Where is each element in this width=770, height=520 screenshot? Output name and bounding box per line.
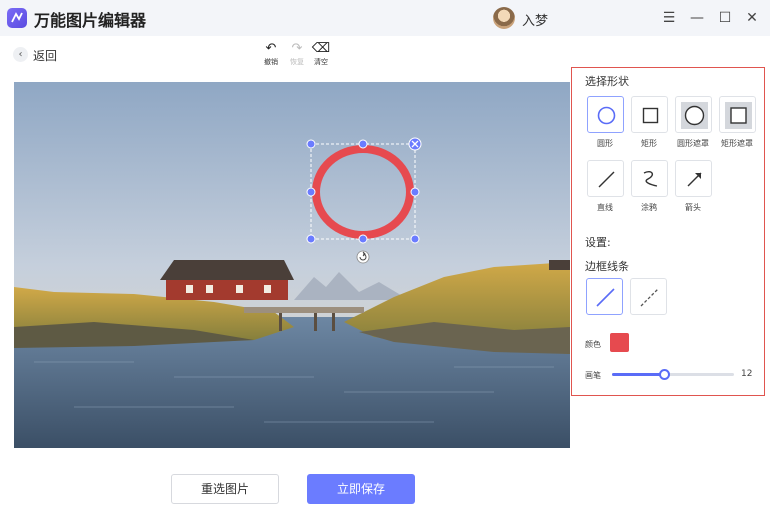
- shape-label: 矩形: [641, 139, 657, 148]
- shape-label: 圆形遮罩: [677, 139, 709, 148]
- resize-handle: [410, 187, 420, 197]
- color-swatch[interactable]: [610, 333, 629, 352]
- undo-icon: ↶: [265, 41, 277, 56]
- shape-option-rectangle[interactable]: 矩形: [629, 96, 669, 149]
- color-label: 颜色: [585, 340, 601, 349]
- slider-fill: [612, 373, 665, 376]
- border-heading: 边框线条: [585, 260, 629, 273]
- redo-button[interactable]: ↷ 恢复: [284, 41, 310, 67]
- shape-label: 涂鸦: [641, 203, 657, 212]
- close-button[interactable]: ✕: [742, 8, 762, 28]
- shape-option-scribble[interactable]: 涂鸦: [629, 160, 669, 213]
- shape-option-rectangle-mask[interactable]: 矩形遮罩: [717, 96, 757, 149]
- solid-line-icon: [596, 288, 615, 307]
- border-dashed-option[interactable]: [630, 278, 667, 315]
- resize-handle: [306, 187, 316, 197]
- shape-label: 圆形: [597, 139, 613, 148]
- username[interactable]: 入梦: [522, 10, 548, 29]
- resize-handle: [306, 234, 316, 244]
- border-solid-option[interactable]: [586, 278, 623, 315]
- reselect-image-button[interactable]: 重选图片: [171, 474, 279, 504]
- shape-option-arrow[interactable]: 箭头: [673, 160, 713, 213]
- maximize-button[interactable]: ☐: [715, 8, 735, 28]
- circle-mask-icon: [674, 96, 712, 133]
- scribble-icon: [630, 160, 668, 197]
- pen-size-value: 12: [741, 369, 753, 379]
- app-logo-icon: [7, 8, 27, 28]
- shape-heading: 选择形状: [585, 75, 629, 88]
- redo-icon: ↷: [291, 41, 303, 56]
- dashed-line-icon: [640, 288, 659, 307]
- resize-handle: [358, 234, 368, 244]
- title-bar: 万能图片编辑器 入梦 ☰ — ☐ ✕: [0, 0, 770, 36]
- menu-icon[interactable]: ☰: [659, 8, 679, 28]
- save-now-button[interactable]: 立即保存: [307, 474, 415, 504]
- app-title: 万能图片编辑器: [34, 11, 147, 30]
- clear-label: 清空: [314, 58, 328, 66]
- avatar[interactable]: [493, 7, 515, 29]
- minimize-button[interactable]: —: [687, 8, 707, 28]
- landscape-photo: [14, 82, 570, 448]
- rectangle-icon: [630, 96, 668, 133]
- resize-handle: [410, 234, 420, 244]
- shape-label: 箭头: [685, 203, 701, 212]
- chevron-left-icon: ‹: [13, 47, 28, 62]
- shape-option-circle[interactable]: 圆形: [585, 96, 625, 149]
- resize-handle: [358, 139, 368, 149]
- pen-label: 画笔: [585, 371, 601, 380]
- circle-icon: [586, 96, 624, 133]
- settings-heading: 设置:: [585, 236, 611, 249]
- shape-label: 直线: [597, 203, 613, 212]
- shape-label: 矩形遮罩: [721, 139, 753, 148]
- delete-shape-icon: [408, 137, 422, 151]
- undo-label: 撤销: [264, 58, 278, 66]
- arrow-icon: [674, 160, 712, 197]
- rectangle-mask-icon: [718, 96, 756, 133]
- image-canvas[interactable]: [14, 82, 570, 448]
- pen-size-slider[interactable]: [612, 369, 734, 380]
- shape-option-line[interactable]: 直线: [585, 160, 625, 213]
- shape-option-circle-mask[interactable]: 圆形遮罩: [673, 96, 713, 149]
- clear-button[interactable]: ⌫ 清空: [308, 41, 334, 67]
- rotate-icon: [356, 250, 370, 264]
- line-icon: [586, 160, 624, 197]
- undo-button[interactable]: ↶ 撤销: [258, 41, 284, 67]
- redo-label: 恢复: [290, 58, 304, 66]
- resize-handle: [306, 139, 316, 149]
- eraser-icon: ⌫: [311, 41, 331, 56]
- back-label: 返回: [33, 49, 58, 63]
